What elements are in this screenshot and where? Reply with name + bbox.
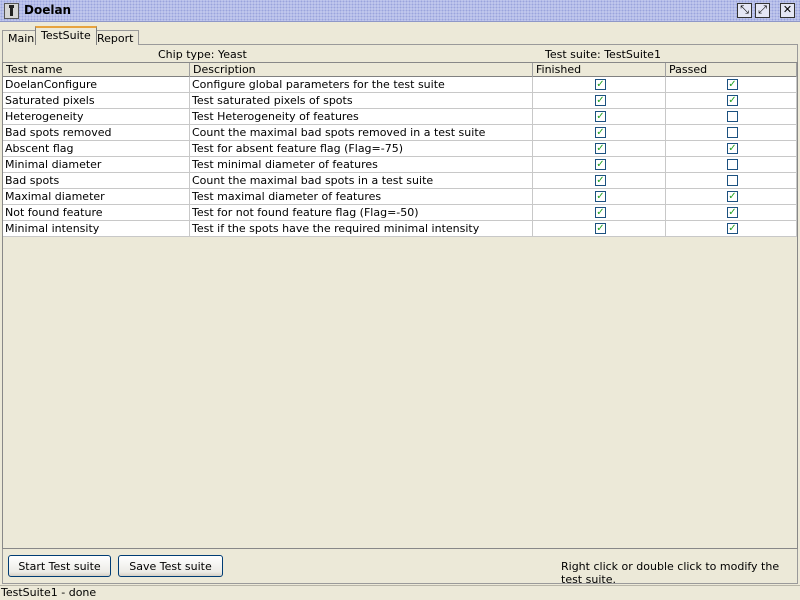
finished-checkbox[interactable]: ✓: [595, 111, 606, 122]
test-table[interactable]: Test name Description Finished Passed Do…: [2, 62, 798, 549]
description-cell: Test if the spots have the required mini…: [190, 221, 533, 237]
passed-checkbox[interactable]: ✓: [727, 79, 738, 90]
finished-checkbox[interactable]: ✓: [595, 95, 606, 106]
table-row[interactable]: Bad spots removed Count the maximal bad s…: [3, 125, 797, 141]
finished-cell: ✓: [533, 205, 666, 221]
test-name-cell: Bad spots removed: [3, 125, 190, 141]
finished-cell: ✓: [533, 109, 666, 125]
passed-cell: ✓: [666, 93, 797, 109]
finished-cell: ✓: [533, 77, 666, 93]
passed-cell: ✓: [666, 189, 797, 205]
tab-report[interactable]: Report: [91, 30, 140, 45]
finished-cell: ✓: [533, 93, 666, 109]
table-row[interactable]: Saturated pixels Test saturated pixels of…: [3, 93, 797, 109]
test-name-cell: Maximal diameter: [3, 189, 190, 205]
passed-cell: [666, 157, 797, 173]
finished-checkbox[interactable]: ✓: [595, 79, 606, 90]
save-test-suite-button[interactable]: Save Test suite: [118, 555, 223, 577]
finished-cell: ✓: [533, 221, 666, 237]
maximize-button[interactable]: ⤢: [755, 3, 770, 18]
test-suite-label: Test suite: TestSuite1: [545, 48, 661, 61]
passed-cell: ✓: [666, 141, 797, 157]
hint-text: Right click or double click to modify th…: [561, 560, 780, 586]
test-name-cell: Abscent flag: [3, 141, 190, 157]
title-bar[interactable]: Doelan ⤡ ⤢ ✕: [0, 0, 800, 22]
table-row[interactable]: Abscent flag Test for absent feature flag…: [3, 141, 797, 157]
table-row[interactable]: Heterogeneity Test Heterogeneity of featu…: [3, 109, 797, 125]
table-row[interactable]: Not found feature Test for not found feat…: [3, 205, 797, 221]
app-icon: [4, 3, 19, 19]
finished-checkbox[interactable]: ✓: [595, 191, 606, 202]
passed-checkbox[interactable]: [727, 111, 738, 122]
column-header-passed[interactable]: Passed: [666, 63, 797, 77]
passed-checkbox[interactable]: [727, 159, 738, 170]
passed-cell: ✓: [666, 221, 797, 237]
finished-cell: ✓: [533, 125, 666, 141]
finished-checkbox[interactable]: ✓: [595, 175, 606, 186]
finished-cell: ✓: [533, 173, 666, 189]
finished-cell: ✓: [533, 189, 666, 205]
description-cell: Test minimal diameter of features: [190, 157, 533, 173]
table-body: DoelanConfigure Configure global paramete…: [3, 77, 797, 237]
passed-checkbox[interactable]: ✓: [727, 207, 738, 218]
column-header-test-name[interactable]: Test name: [3, 63, 190, 77]
passed-cell: [666, 125, 797, 141]
column-header-finished[interactable]: Finished: [533, 63, 666, 77]
description-cell: Test for not found feature flag (Flag=-5…: [190, 205, 533, 221]
tab-testsuite[interactable]: TestSuite: [35, 26, 97, 45]
column-header-description[interactable]: Description: [190, 63, 533, 77]
description-cell: Count the maximal bad spots removed in a…: [190, 125, 533, 141]
table-row[interactable]: DoelanConfigure Configure global paramete…: [3, 77, 797, 93]
table-row[interactable]: Minimal diameter Test minimal diameter of…: [3, 157, 797, 173]
passed-cell: ✓: [666, 77, 797, 93]
status-bar: TestSuite1 - done: [0, 585, 800, 600]
description-cell: Test maximal diameter of features: [190, 189, 533, 205]
table-row[interactable]: Bad spots Count the maximal bad spots in …: [3, 173, 797, 189]
test-name-cell: Minimal intensity: [3, 221, 190, 237]
table-row[interactable]: Maximal diameter Test maximal diameter of…: [3, 189, 797, 205]
finished-checkbox[interactable]: ✓: [595, 159, 606, 170]
finished-cell: ✓: [533, 157, 666, 173]
passed-cell: [666, 109, 797, 125]
passed-checkbox[interactable]: ✓: [727, 223, 738, 234]
description-cell: Test saturated pixels of spots: [190, 93, 533, 109]
window-title: Doelan: [24, 3, 72, 17]
finished-checkbox[interactable]: ✓: [595, 143, 606, 154]
description-cell: Configure global parameters for the test…: [190, 77, 533, 93]
test-name-cell: DoelanConfigure: [3, 77, 190, 93]
table-row[interactable]: Minimal intensity Test if the spots have …: [3, 221, 797, 237]
finished-cell: ✓: [533, 141, 666, 157]
doelan-window: Doelan ⤡ ⤢ ✕ Main Report TestSuite Chip …: [0, 0, 800, 600]
passed-checkbox[interactable]: [727, 175, 738, 186]
test-name-cell: Bad spots: [3, 173, 190, 189]
description-cell: Test Heterogeneity of features: [190, 109, 533, 125]
passed-cell: [666, 173, 797, 189]
test-name-cell: Heterogeneity: [3, 109, 190, 125]
start-test-suite-button[interactable]: Start Test suite: [8, 555, 111, 577]
passed-checkbox[interactable]: ✓: [727, 95, 738, 106]
finished-checkbox[interactable]: ✓: [595, 207, 606, 218]
finished-checkbox[interactable]: ✓: [595, 127, 606, 138]
passed-checkbox[interactable]: ✓: [727, 143, 738, 154]
passed-checkbox[interactable]: [727, 127, 738, 138]
description-cell: Count the maximal bad spots in a test su…: [190, 173, 533, 189]
passed-checkbox[interactable]: ✓: [727, 191, 738, 202]
test-name-cell: Minimal diameter: [3, 157, 190, 173]
passed-cell: ✓: [666, 205, 797, 221]
chip-type-label: Chip type: Yeast: [158, 48, 247, 61]
minimize-button[interactable]: ⤡: [737, 3, 752, 18]
status-text: TestSuite1 - done: [1, 586, 97, 599]
description-cell: Test for absent feature flag (Flag=-75): [190, 141, 533, 157]
finished-checkbox[interactable]: ✓: [595, 223, 606, 234]
table-header: Test name Description Finished Passed: [3, 63, 797, 77]
close-button[interactable]: ✕: [780, 3, 795, 18]
test-name-cell: Saturated pixels: [3, 93, 190, 109]
test-name-cell: Not found feature: [3, 205, 190, 221]
